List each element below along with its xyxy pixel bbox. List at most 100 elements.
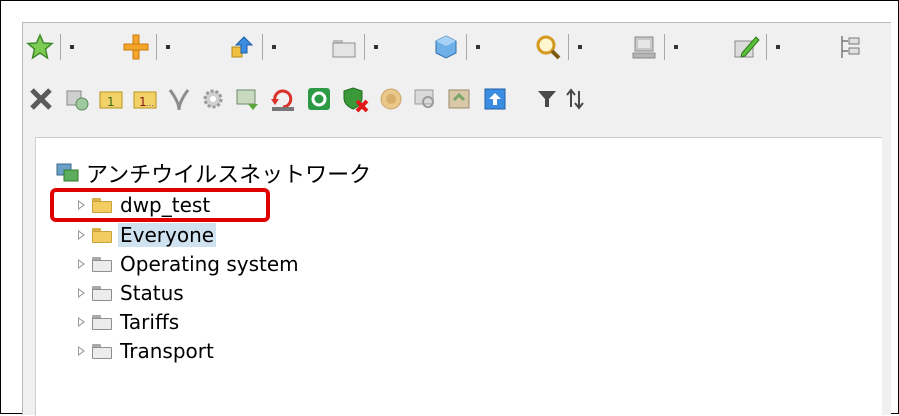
folder-icon [92, 256, 112, 272]
tree-view-button[interactable] [833, 30, 867, 64]
sync-button[interactable] [445, 85, 473, 113]
magnifier-icon [536, 35, 561, 60]
edit-group [729, 29, 786, 65]
install-group [225, 29, 282, 65]
shield-x-icon [343, 87, 369, 113]
set-primary-group-all-button[interactable]: 1 … [131, 85, 159, 113]
export-monitor-icon [236, 89, 258, 110]
tree-node-operating-system[interactable]: Operating system [78, 251, 301, 277]
add-button[interactable] [119, 30, 153, 64]
tree-node-label: Operating system [120, 252, 299, 276]
tree-node-label: Tariffs [120, 310, 180, 334]
search-dropdown[interactable] [572, 30, 588, 64]
sort-arrows-icon [566, 88, 584, 110]
expand-arrow-icon[interactable] [78, 345, 86, 357]
toolbar-separator [568, 34, 569, 60]
svg-text:1: 1 [107, 95, 115, 109]
restore-button[interactable] [269, 85, 297, 113]
tree-node-label: Status [120, 281, 184, 305]
component-button[interactable] [429, 30, 463, 64]
monitor-icon [632, 36, 656, 59]
toolbar-separator [766, 34, 767, 60]
tree-node-label: Everyone [118, 223, 217, 247]
scan-button[interactable] [377, 85, 405, 113]
tree-root-label: アンチウイルスネットワーク [86, 163, 372, 188]
toolbar-separator [262, 34, 263, 60]
restore-icon [271, 89, 294, 111]
toolbar-separator [156, 34, 157, 60]
expand-arrow-icon[interactable] [78, 258, 86, 270]
primary-group-icon: 1 [99, 91, 123, 109]
search-group [531, 29, 588, 65]
tree-view-icon [841, 36, 860, 58]
expand-arrow-icon[interactable] [78, 287, 86, 299]
export-settings-button[interactable] [233, 85, 261, 113]
folder-icon [92, 285, 112, 301]
tree-root[interactable]: アンチウイルスネットワーク [56, 160, 372, 188]
favorites-star-button[interactable] [23, 30, 57, 64]
delete-button[interactable] [27, 85, 55, 113]
install-button[interactable] [225, 30, 259, 64]
filter-funnel-icon [538, 91, 556, 107]
install-dropdown[interactable] [266, 30, 282, 64]
edit-pencil-icon [734, 36, 760, 58]
filter-button[interactable] [533, 85, 561, 113]
main-toolbar [23, 23, 891, 69]
tree-node-everyone[interactable]: Everyone [78, 222, 217, 248]
expand-arrow-icon[interactable] [78, 316, 86, 328]
merge-icon [168, 89, 190, 111]
toolbar-separator [466, 34, 467, 60]
search-station-icon [414, 89, 434, 108]
upload-arrow-icon [484, 88, 506, 110]
toolbar-separator [664, 34, 665, 60]
component-group [429, 29, 486, 65]
favorites-group [23, 29, 80, 65]
dropdown-arrow-icon [578, 45, 582, 49]
component-dropdown[interactable] [470, 30, 486, 64]
remove-from-group-button[interactable] [63, 85, 91, 113]
stop-scan-button[interactable] [341, 85, 369, 113]
station-group [627, 29, 684, 65]
tree-node-status[interactable]: Status [78, 280, 186, 306]
sort-button[interactable] [561, 85, 589, 113]
tree-node-label: Transport [120, 339, 214, 363]
merge-button[interactable] [165, 85, 193, 113]
settings-button[interactable] [199, 85, 227, 113]
set-primary-group-button[interactable]: 1 [97, 85, 125, 113]
toolbar-separator [60, 34, 61, 60]
search-station-button[interactable] [411, 85, 439, 113]
favorites-dropdown[interactable] [64, 30, 80, 64]
station-button[interactable] [627, 30, 661, 64]
dropdown-arrow-icon [674, 45, 678, 49]
highlight-annotation-box [50, 188, 270, 222]
folder-icon [332, 40, 356, 58]
folder-icon [92, 343, 112, 359]
station-dropdown[interactable] [668, 30, 684, 64]
star-icon [26, 33, 54, 60]
folder-icon [92, 314, 112, 330]
dropdown-arrow-icon [476, 45, 480, 49]
primary-group-all-icon: 1 … [133, 91, 157, 109]
expand-arrow-icon[interactable] [78, 229, 86, 241]
tree-node-tariffs[interactable]: Tariffs [78, 309, 181, 335]
folder-group [327, 29, 384, 65]
upload-button[interactable] [481, 85, 509, 113]
add-dropdown[interactable] [160, 30, 176, 64]
tree-node-transport[interactable]: Transport [78, 338, 216, 364]
plus-icon [123, 34, 149, 60]
dropdown-arrow-icon [70, 45, 74, 49]
svg-text:…: … [146, 99, 154, 108]
edit-button[interactable] [729, 30, 763, 64]
remove-group-icon [66, 90, 89, 111]
gear-icon [203, 89, 223, 109]
dropdown-arrow-icon [374, 45, 378, 49]
folder-dropdown[interactable] [368, 30, 384, 64]
toolbar-separator [364, 34, 365, 60]
add-group [119, 29, 176, 65]
search-button[interactable] [531, 30, 565, 64]
update-button[interactable] [305, 85, 333, 113]
badge-icon [380, 88, 402, 110]
folder-button[interactable] [327, 30, 361, 64]
install-arrows-icon [231, 36, 254, 58]
edit-dropdown[interactable] [770, 30, 786, 64]
